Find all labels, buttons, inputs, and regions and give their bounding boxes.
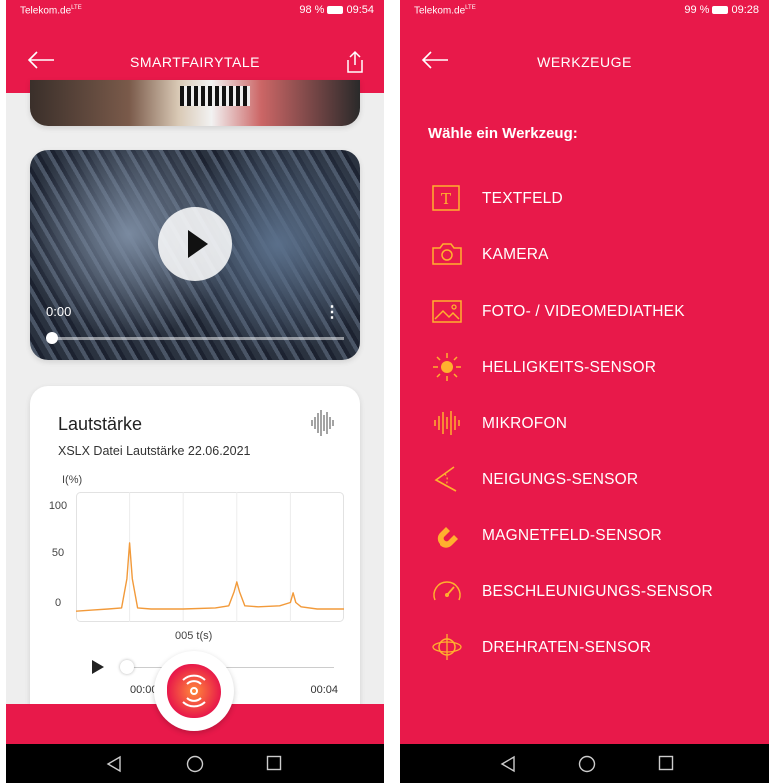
y-tick-50: 50 [51,547,65,559]
series-line [76,542,344,612]
nav-back-icon[interactable] [106,755,122,773]
share-icon[interactable] [344,50,366,74]
page-title: WERKZEUGE [537,54,632,70]
tool-tilt-sensor[interactable]: NEIGUNGS-SENSOR [430,464,750,494]
sun-icon [433,353,461,381]
waveform-icon [311,410,334,436]
carrier: Telekom.de [20,5,72,17]
nav-home-icon[interactable] [186,755,204,773]
line-chart [76,492,344,622]
tool-label: TEXTFELD [482,190,563,207]
video-time: 0:00 [46,304,72,319]
clock: 09:54 [346,4,374,16]
chart-play-button[interactable] [92,660,104,674]
battery-label: 98 % [299,4,325,16]
tool-label: HELLIGKEITS-SENSOR [482,359,657,376]
signal-label: LTE [71,5,82,11]
textfield-icon: T [432,185,460,211]
nav-home-icon[interactable] [578,755,596,773]
video-progress-bar[interactable] [50,337,344,340]
more-options-icon[interactable]: ⋮ [324,302,340,322]
status-bar: Telekom.deLTE 98 % 09:54 [6,0,384,20]
tool-label: NEIGUNGS-SENSOR [482,471,639,488]
waveform-icon [434,411,460,435]
battery-label: 99 % [684,4,710,16]
chart-title: Lautstärke [58,414,143,434]
battery-icon [712,6,729,14]
record-button[interactable] [154,651,234,731]
phone-left: Telekom.deLTE 98 % 09:54 SMARTFAIRYTALE 0… [6,0,384,783]
tool-label: FOTO- / VIDEOMEDIATHEK [482,303,685,320]
fab-blob [167,664,221,718]
tool-acceleration-sensor[interactable]: BESCHLEUNIGUNGS-SENSOR [430,576,750,606]
svg-text:T: T [441,190,451,208]
tool-gyroscope-sensor[interactable]: DREHRATEN-SENSOR [430,632,750,662]
sensor-waves-icon [182,674,206,708]
camera-icon [432,243,462,265]
tool-textfield[interactable]: T TEXTFELD [430,183,750,213]
tool-label: DREHRATEN-SENSOR [482,639,652,656]
chart-subtitle: XSLX Datei Lautstärke 22.06.2021 [58,444,251,458]
status-bar: Telekom.deLTE 99 % 09:28 [400,0,769,20]
android-nav-bar [6,744,384,783]
angle-icon [434,466,457,492]
x-axis-label: 005 t(s) [175,630,213,642]
y-axis-label: I(%) [62,474,83,486]
image-card[interactable] [30,80,360,126]
player-time-end: 00:04 [310,684,338,696]
nav-recents-icon[interactable] [266,755,282,771]
tool-heading: Wähle ein Werkzeug: [428,125,578,142]
signal-label: LTE [465,5,476,11]
android-nav-bar [400,744,769,783]
video-player[interactable]: 0:00 ⋮ [30,150,360,360]
tool-brightness-sensor[interactable]: HELLIGKEITS-SENSOR [430,352,750,382]
y-tick-100: 100 [48,500,68,512]
tool-magnetic-sensor[interactable]: MAGNETFELD-SENSOR [430,520,750,550]
chart-progress-knob[interactable] [120,660,134,674]
phone-right: Telekom.deLTE 99 % 09:28 WERKZEUGE Wähle … [400,0,769,783]
app-bar: WERKZEUGE [400,20,769,93]
tool-label: MIKROFON [482,415,568,432]
tool-microphone[interactable]: MIKROFON [430,408,750,438]
image-icon [432,300,462,323]
battery-icon [327,6,344,14]
nav-back-icon[interactable] [500,755,516,773]
gyroscope-icon [432,634,462,660]
video-progress-knob[interactable] [46,332,58,344]
y-tick-0: 0 [54,597,62,609]
plot-frame [76,492,344,622]
clock: 09:28 [731,4,759,16]
tool-label: BESCHLEUNIGUNGS-SENSOR [482,583,713,600]
speedometer-icon [433,581,461,601]
play-button[interactable] [158,207,232,281]
qr-code-image [180,86,250,106]
magnet-icon [437,527,458,548]
page-title: SMARTFAIRYTALE [130,54,260,70]
tool-camera[interactable]: KAMERA [430,239,750,269]
carrier: Telekom.de [414,5,466,17]
tool-label: KAMERA [482,246,549,263]
tool-gallery[interactable]: FOTO- / VIDEOMEDIATHEK [430,296,750,326]
tool-label: MAGNETFELD-SENSOR [482,527,662,544]
nav-recents-icon[interactable] [658,755,674,771]
